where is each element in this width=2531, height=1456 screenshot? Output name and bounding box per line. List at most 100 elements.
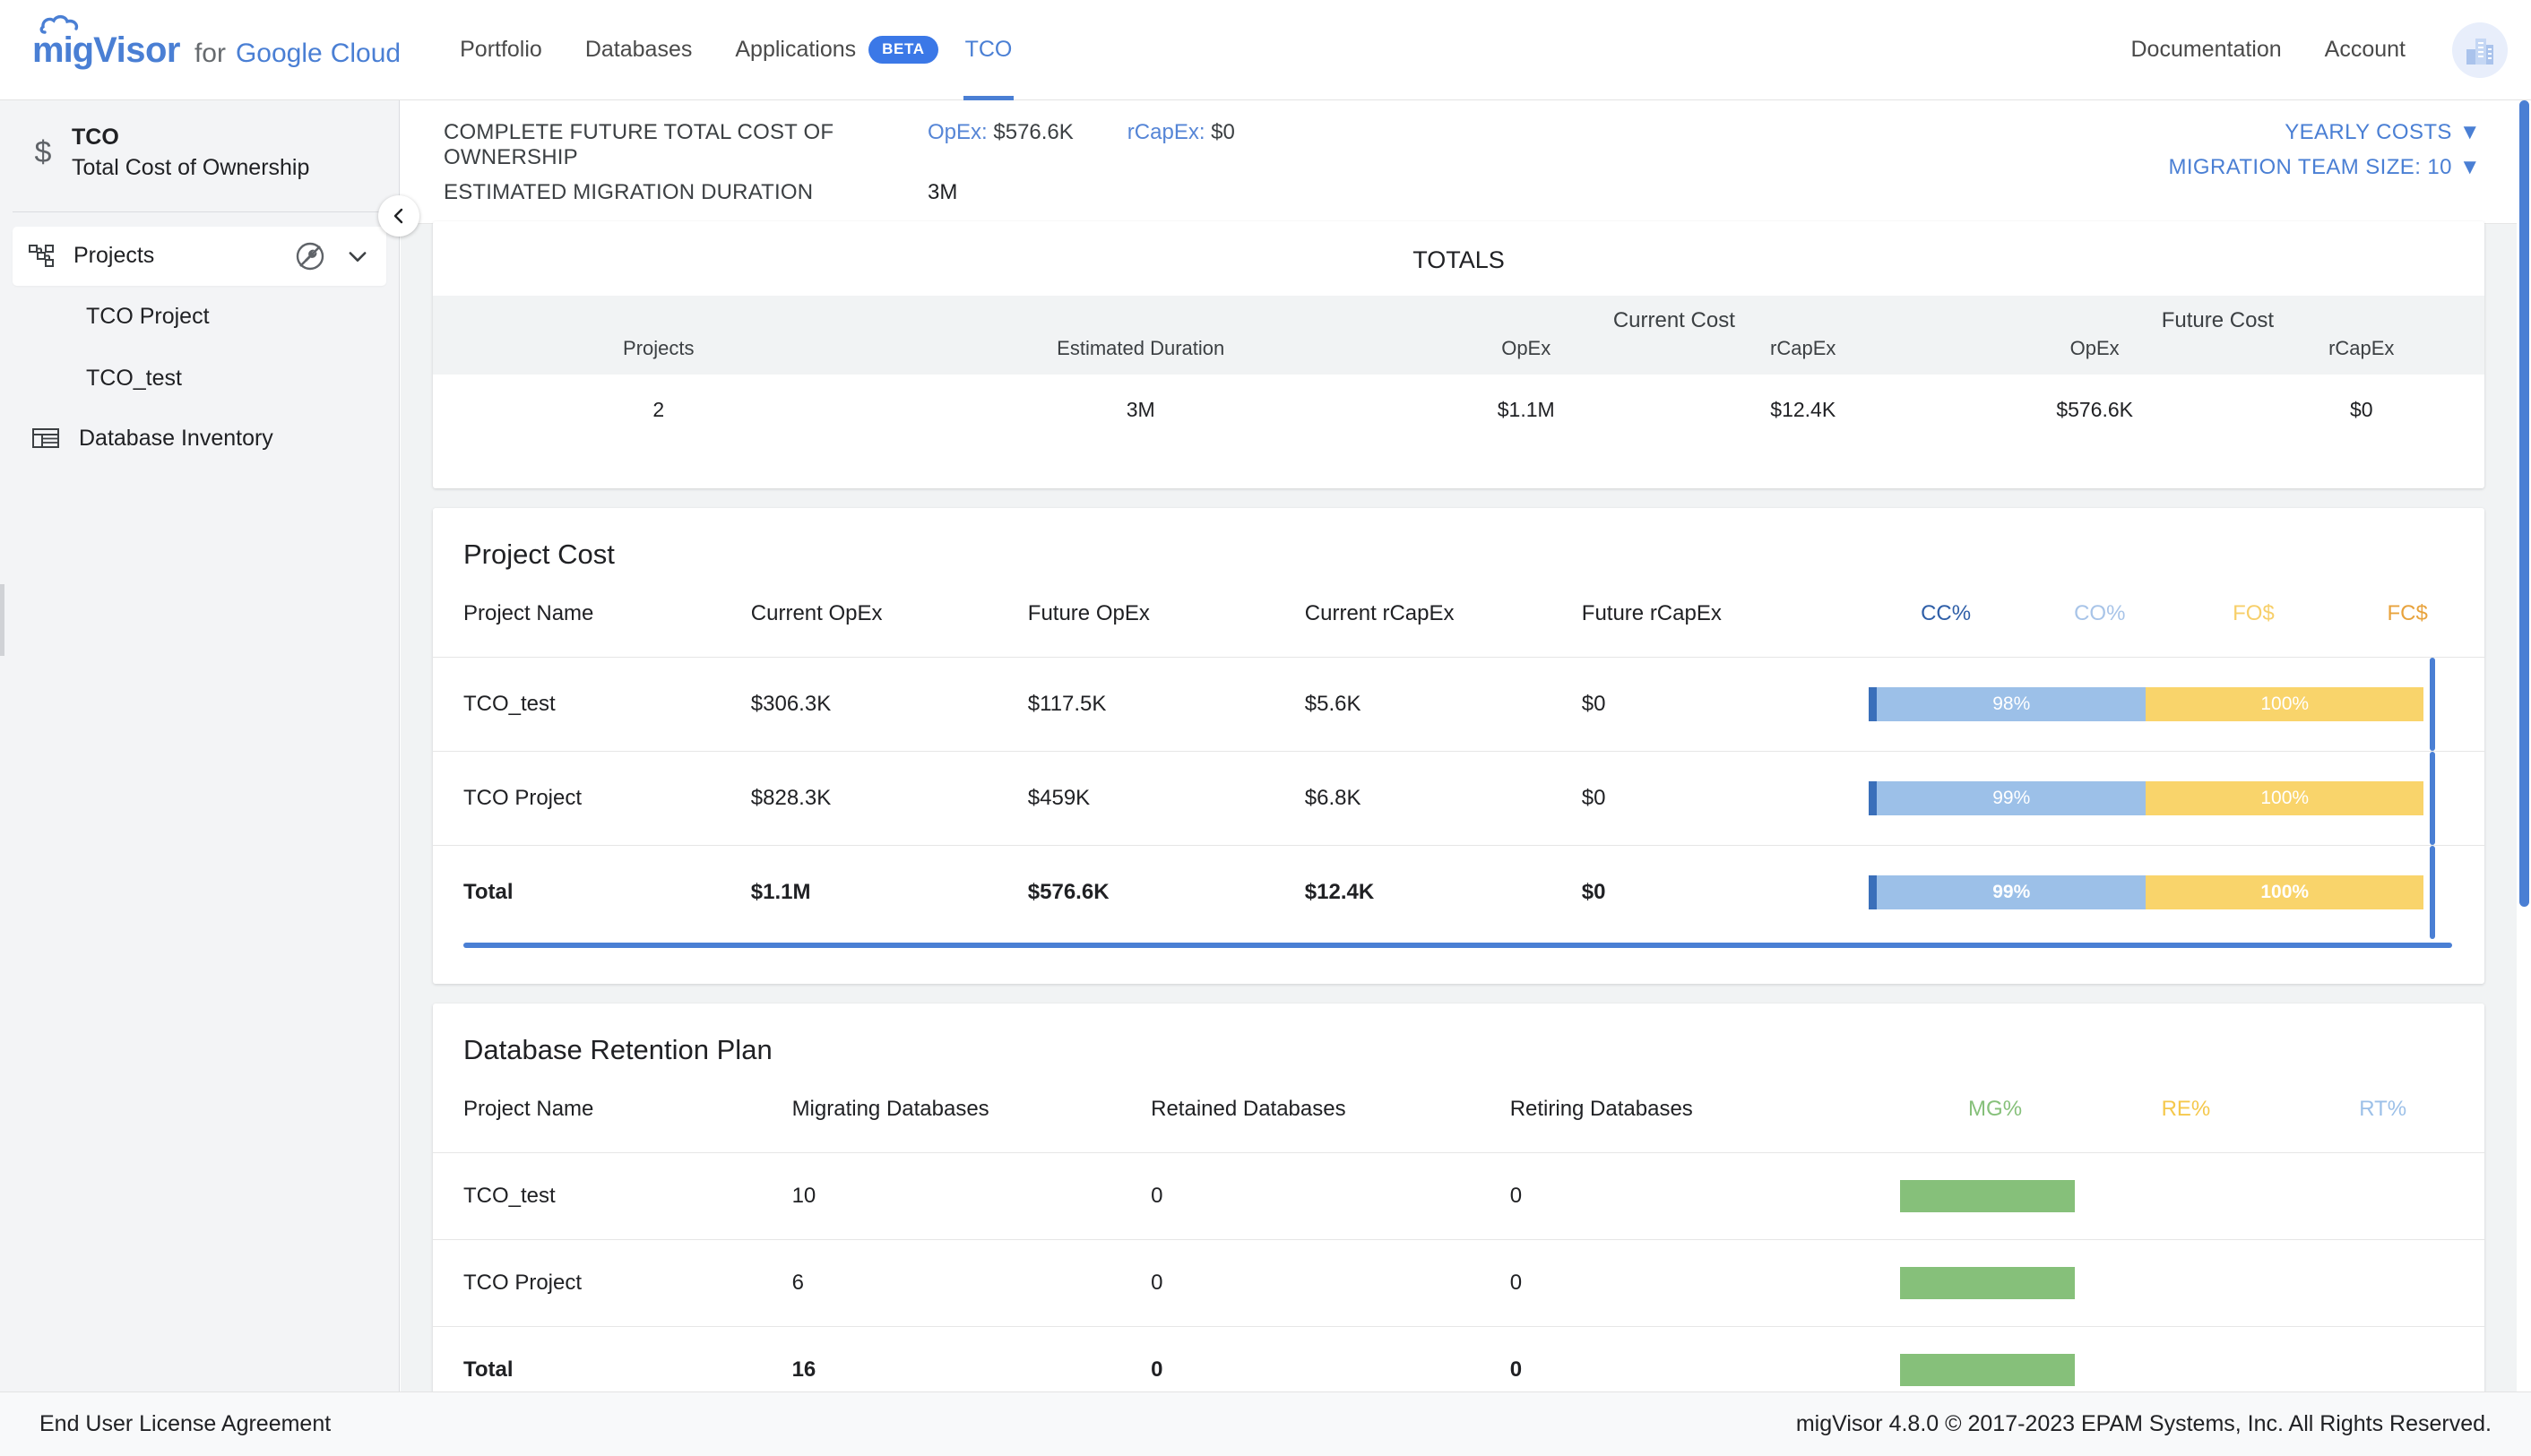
totals-table: Current Cost Future Cost Projects Estima… [433,296,2484,488]
totals-spacer-row [433,445,2484,488]
row-future-rcapex: $0 [1581,657,1870,752]
totals-val-future-rcapex: $0 [2349,398,2373,421]
row-current-opex: $306.3K [750,657,1028,752]
retention-bar-chart-row [1899,1152,2484,1240]
vertical-scrollbar-thumb[interactable] [2519,100,2529,907]
col-migrating-databases: Migrating Databases [791,1097,989,1121]
row-migrating: 6 [791,1239,1152,1327]
sidebar-title: TCO [72,125,119,150]
sidebar-item-tco-test[interactable]: TCO_test [0,348,399,409]
chevron-left-icon [393,208,403,224]
summary-row-cost: COMPLETE FUTURE TOTAL COST OF OWNERSHIP … [444,120,2168,170]
nav-item-portfolio[interactable]: Portfolio [438,0,564,100]
row-current-rcapex: $6.8K [1304,751,1582,846]
database-retention-title: Database Retention Plan [463,1034,773,1065]
totals-val-current-opex: $1.1M [1497,398,1555,421]
chart-horizontal-axis [463,943,2452,948]
legend-re[interactable]: RE% [2162,1097,2211,1121]
total-migrating: 16 [791,1326,1152,1391]
col-retiring-databases: Retiring Databases [1509,1097,1693,1121]
legend-mg[interactable]: MG% [1968,1097,2022,1121]
row-current-rcapex: $5.6K [1304,657,1582,752]
brand-google: Google [235,39,323,68]
sidebar-item-tco-project[interactable]: TCO Project [0,286,399,348]
nav-item-databases[interactable]: Databases [564,0,714,100]
legend-fo[interactable]: FO$ [2233,601,2275,625]
stacked-bar: 99% 100% [1869,875,2424,909]
avatar[interactable] [2452,22,2508,78]
totals-col-current-rcapex: rCapEx [1654,335,1951,375]
caret-down-icon: ▼ [2458,155,2481,179]
legend-rt[interactable]: RT% [2359,1097,2406,1121]
totals-val-current-rcapex: $12.4K [1770,398,1836,421]
row-retiring: 0 [1509,1152,1900,1240]
brand-logo[interactable]: mig Visor for Google Cloud [32,14,401,70]
project-cost-card: Project Cost Project Name Current OpEx F… [433,508,2484,984]
retention-header-row: Project Name Migrating Databases Retaine… [433,1097,2484,1153]
total-retained: 0 [1151,1326,1510,1391]
row-future-opex: $117.5K [1027,657,1305,752]
sidebar-item-database-inventory[interactable]: Database Inventory [0,409,399,468]
migration-team-size-dropdown[interactable]: MIGRATION TEAM SIZE: 10 ▼ [2168,155,2481,180]
nav-item-applications[interactable]: Applications [713,0,877,100]
wrench-disabled-icon[interactable] [295,241,325,271]
totals-group-future-cost: Future Cost [1950,296,2484,335]
totals-val-future-opex: $576.6K [2056,398,2134,421]
totals-card: TOTALS Current Cost Future Cost Projects… [433,221,2484,488]
brand-mig: mig [32,30,94,70]
bar-segment-cc [1869,875,1878,909]
bar-segment-mg [1899,1354,2075,1386]
sidebar-item-database-inventory-label: Database Inventory [79,425,273,451]
bar-segment-mg [1899,1267,2075,1299]
eula-link[interactable]: End User License Agreement [39,1411,331,1437]
col-project-name: Project Name [463,1097,594,1121]
project-cost-header-row: Project Name Current OpEx Future OpEx Cu… [433,601,2484,658]
nav-item-tco[interactable]: TCO [944,0,1034,100]
project-cost-table: Project Name Current OpEx Future OpEx Cu… [433,601,2484,939]
legend-co[interactable]: CO% [2074,601,2125,625]
nav-item-documentation[interactable]: Documentation [2110,0,2303,100]
col-retained-databases: Retained Databases [1151,1097,1346,1121]
sidebar-resize-handle[interactable] [0,584,4,656]
table-row: TCO Project 6 0 0 [433,1239,2484,1327]
summary-opex-value: $576.6K [993,120,1074,144]
content-scroll-area[interactable]: TOTALS Current Cost Future Cost Projects… [401,202,2517,1391]
org-tree-icon [29,244,54,267]
migvisor-logo: mig Visor [32,14,180,70]
bar-segment-fo: 100% [2146,781,2424,815]
stacked-bar: 98% 100% [1869,687,2424,721]
totals-col-duration: Estimated Duration [884,335,1397,375]
col-current-rcapex: Current rCapEx [1304,601,1455,625]
chevron-down-icon[interactable] [345,244,370,269]
nav-item-account[interactable]: Account [2303,0,2427,100]
sidebar-item-projects[interactable]: Projects [13,226,386,286]
row-retiring: 0 [1509,1239,1900,1327]
bar-segment-fo: 100% [2146,875,2424,909]
stacked-bar: 99% 100% [1869,781,2424,815]
table-row: 2 3M $1.1M $12.4K $576.6K $0 [433,375,2484,445]
bar-segment-co: 99% [1877,781,2147,815]
copyright-text: migVisor 4.8.0 © 2017-2023 EPAM Systems,… [1795,1411,2492,1436]
row-retained: 0 [1151,1239,1510,1327]
sidebar-header: $ TCO Total Cost of Ownership [0,100,399,206]
legend-fc[interactable]: FC$ [2387,601,2427,625]
totals-group-current-cost: Current Cost [1396,296,1951,335]
total-current-opex: $1.1M [750,845,1028,939]
bar-segment-co: 98% [1877,687,2147,721]
totals-header-row: Projects Estimated Duration OpEx rCapEx … [433,335,2484,375]
database-retention-card: Database Retention Plan Project Name Mig… [433,1004,2484,1391]
table-row-total: Total $1.1M $576.6K $12.4K $0 99% 100% [433,845,2484,939]
totals-title: TOTALS [1412,246,1505,273]
table-list-icon [32,428,59,449]
summary-rcapex: rCapEx: $0 [1127,120,1235,145]
sidebar-item-projects-label: Projects [73,243,155,269]
sidebar-collapse-button[interactable] [378,195,419,237]
project-cost-bar-chart-row: 99% 100% [1869,751,2484,846]
yearly-costs-dropdown[interactable]: YEARLY COSTS ▼ [2168,120,2481,145]
caret-down-icon: ▼ [2458,120,2481,144]
col-future-rcapex: Future rCapEx [1581,601,1722,625]
row-current-opex: $828.3K [750,751,1028,846]
totals-col-future-opex: OpEx [1950,335,2239,375]
legend-cc[interactable]: CC% [1921,601,1971,625]
retention-bar-chart-total [1899,1326,2484,1391]
